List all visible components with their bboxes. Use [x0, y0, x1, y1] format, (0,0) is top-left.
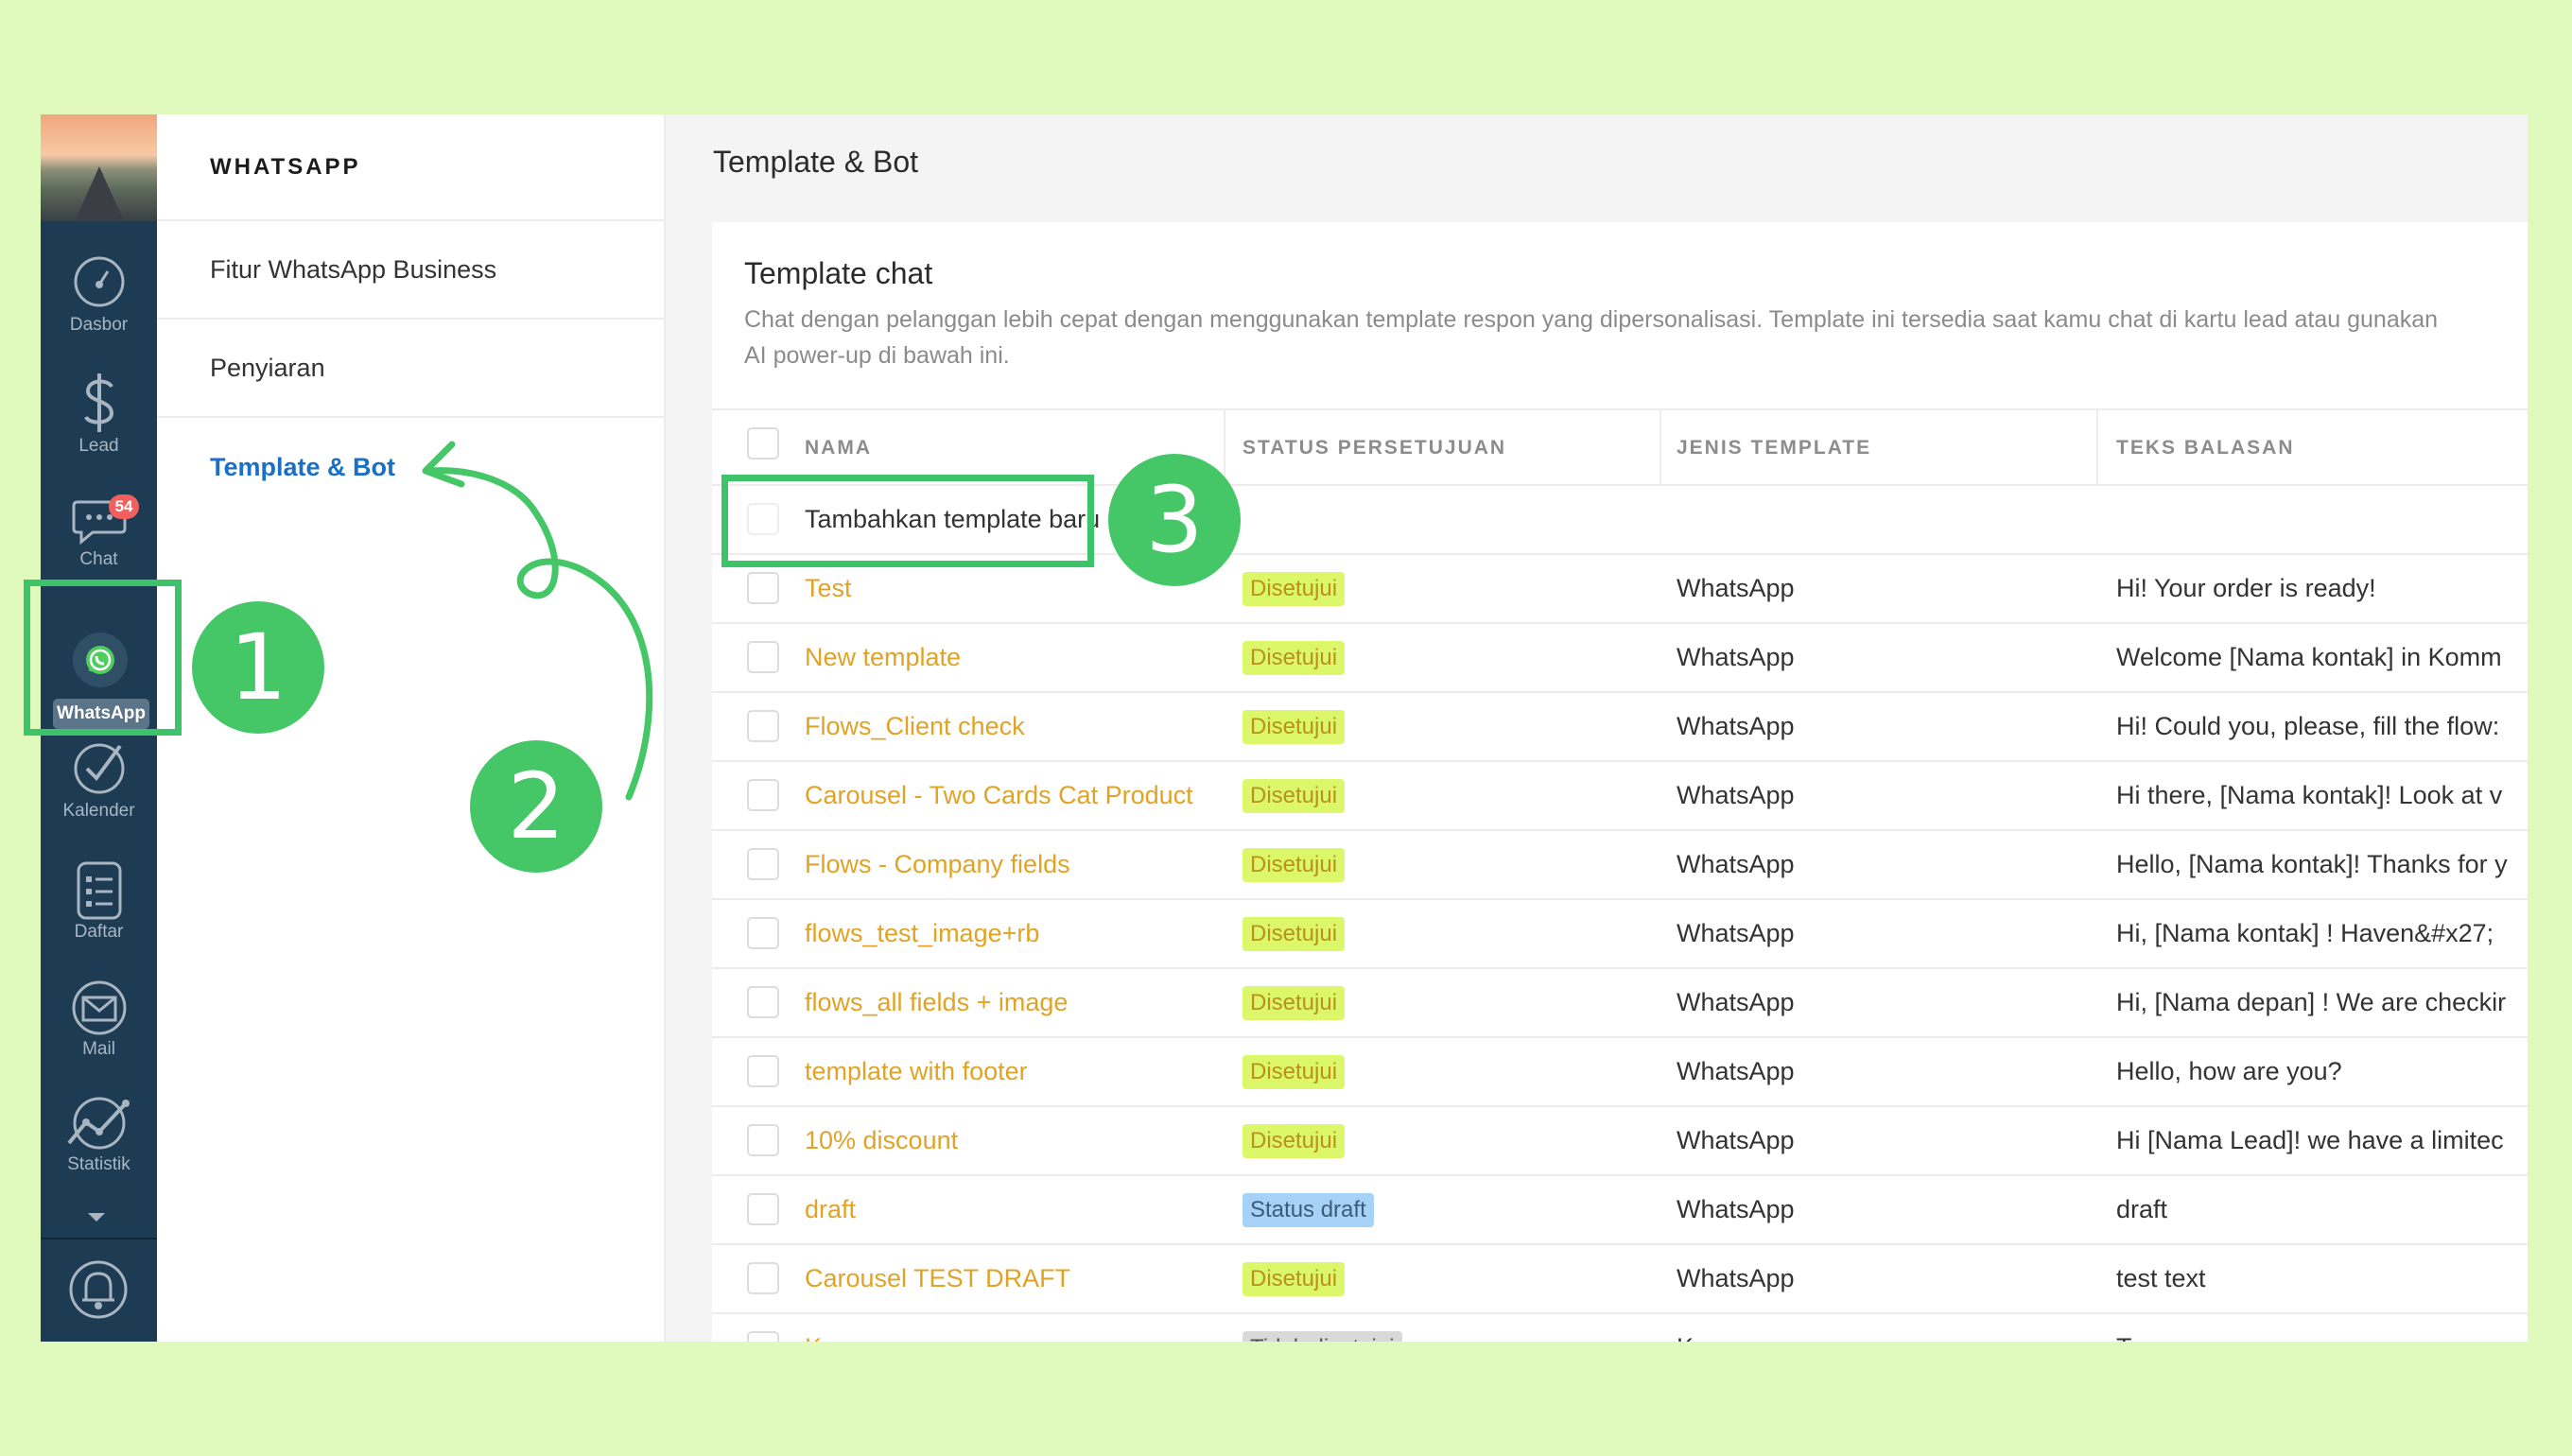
tutorial-arrow-icon	[422, 441, 653, 801]
